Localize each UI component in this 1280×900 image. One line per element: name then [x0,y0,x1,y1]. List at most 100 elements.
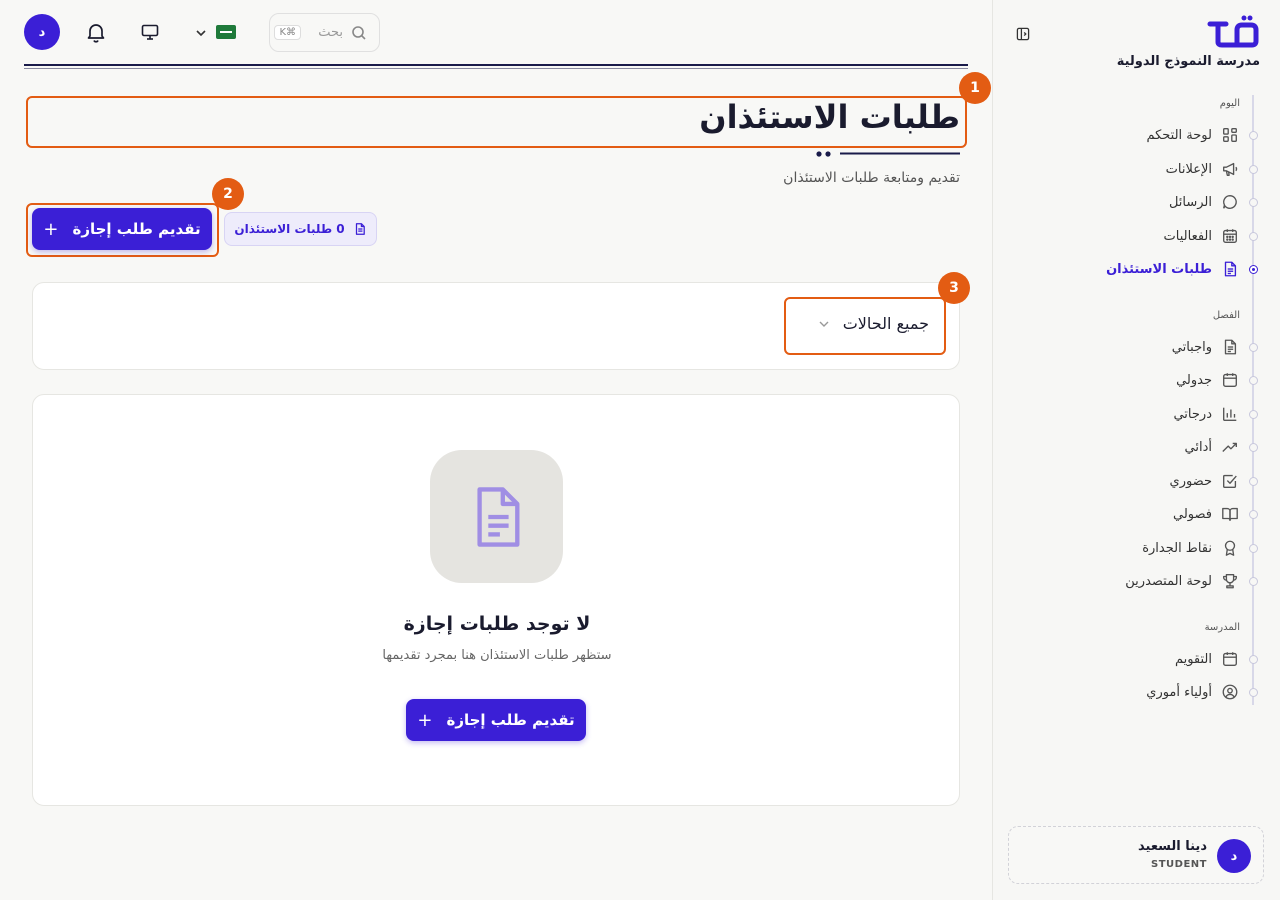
trending-up-icon [1220,437,1240,457]
document-icon [353,222,367,236]
sidebar-item-dashboard[interactable]: لوحة التحكم [1146,121,1240,149]
calendar-icon [1220,649,1240,669]
sidebar-item-guardians[interactable]: أولياء أموري [1146,678,1240,706]
school-logo-icon [1204,14,1260,50]
sidebar-item-label: الرسائل [1168,194,1212,210]
school-name: مدرسة النموذج الدولية [1116,54,1260,69]
document-icon [1220,337,1240,357]
language-selector[interactable] [194,20,244,44]
sidebar-item-attendance[interactable]: حضوري [1170,467,1240,495]
calendar-icon [1220,370,1240,390]
sidebar-item-performance[interactable]: أدائي [1185,433,1240,461]
profile-avatar[interactable]: د [24,14,60,50]
sidebar-item-announcements[interactable]: الإعلانات [1166,155,1240,183]
chevron-down-icon [194,25,208,39]
nav-dot [1249,688,1258,697]
submit-leave-request-button[interactable]: تقديم طلب إجازة + [32,208,212,250]
award-icon [1220,538,1240,558]
nav-dot-active [1249,265,1258,274]
highlight-box-filter [784,297,946,355]
dashboard-icon [1220,125,1240,145]
header-divider-thin [24,68,968,69]
requests-count-chip: 0 طلبات الاستئذان [224,212,377,246]
search-icon [351,25,367,41]
nav-dot [1249,443,1258,452]
section-label-today: اليوم [1219,98,1240,109]
nav-dot [1249,477,1258,486]
sidebar-item-label: التقويم [1174,651,1212,667]
check-square-icon [1220,471,1240,491]
plus-icon: + [417,709,433,731]
sidebar-item-grades[interactable]: درجاتي [1173,400,1240,428]
nav-rail [1252,95,1254,705]
sidebar-item-schedule[interactable]: جدولي [1176,366,1240,394]
empty-state-description: ستظهر طلبات الاستئذان هنا بمجرد تقديمها [382,648,612,663]
header-divider [24,64,968,66]
sidebar-item-events[interactable]: الفعاليات [1164,222,1240,250]
sidebar-item-label: الإعلانات [1165,161,1212,177]
user-circle-icon [1220,682,1240,702]
nav-dot [1249,655,1258,664]
sidebar-item-leaderboard[interactable]: لوحة المتصدرين [1125,567,1240,595]
avatar: د [1217,839,1251,873]
empty-button-label: تقديم طلب إجازة [446,711,575,729]
nav-dot [1249,165,1258,174]
annotation-badge-3: 3 [938,272,970,304]
user-name: دينا السعيد [1138,839,1207,854]
user-profile-card[interactable]: د دينا السعيد STUDENT [1008,826,1264,884]
sidebar-collapse-icon[interactable] [1011,26,1031,46]
nav-dot [1249,376,1258,385]
nav-dot [1249,544,1258,553]
sidebar-item-label: طلبات الاستئذان [1106,261,1212,277]
count-chip-label: 0 طلبات الاستئذان [234,222,345,236]
sidebar-item-label: أولياء أموري [1146,684,1212,700]
section-label-class: الفصل [1212,310,1240,321]
bell-icon[interactable] [84,20,108,44]
book-open-icon [1220,504,1240,524]
sidebar-item-label: واجباتي [1171,339,1212,355]
nav-dot [1249,131,1258,140]
monitor-icon[interactable] [140,22,160,42]
search-box[interactable]: K⌘ [269,13,380,52]
sidebar-item-merit-points[interactable]: نقاط الجدارة [1142,534,1240,562]
nav-dot [1249,577,1258,586]
nav-dot [1249,198,1258,207]
document-icon [476,486,519,547]
sidebar-item-label: حضوري [1169,473,1212,489]
saudi-flag-icon [216,25,236,39]
bar-chart-icon [1220,404,1240,424]
sidebar-item-classes[interactable]: فصولي [1173,500,1240,528]
sidebar-item-messages[interactable]: الرسائل [1169,188,1240,216]
nav-dot [1249,510,1258,519]
empty-state-illustration [430,450,563,583]
chat-icon [1220,192,1240,212]
trophy-icon [1220,571,1240,591]
sidebar-item-calendar[interactable]: التقويم [1175,645,1240,673]
annotation-badge-1: 1 [959,72,991,104]
nav-dot [1249,410,1258,419]
sidebar-item-label: درجاتي [1173,406,1212,422]
nav-dot [1249,232,1258,241]
calendar-grid-icon [1220,226,1240,246]
empty-submit-leave-request-button[interactable]: تقديم طلب إجازة + [406,699,586,741]
submit-button-label: تقديم طلب إجازة [72,220,201,238]
sidebar: مدرسة النموذج الدولية اليوم الفصل المدرس… [992,0,1280,900]
sidebar-item-leave-requests[interactable]: طلبات الاستئذان [1106,255,1240,283]
sidebar-item-label: الفعاليات [1163,228,1212,244]
empty-state-title: لا توجد طلبات إجازة [403,613,591,635]
section-label-school: المدرسة [1204,622,1240,633]
megaphone-icon [1220,159,1240,179]
sidebar-item-label: نقاط الجدارة [1142,540,1212,556]
sidebar-item-homework[interactable]: واجباتي [1172,333,1240,361]
sidebar-item-label: لوحة التحكم [1146,127,1212,143]
empty-state-card: لا توجد طلبات إجازة ستظهر طلبات الاستئذا… [32,394,960,806]
annotation-badge-2: 2 [212,178,244,210]
title-underline-decoration [840,152,960,155]
document-icon [1220,259,1240,279]
search-input[interactable] [309,25,343,40]
sidebar-item-label: فصولي [1173,506,1212,522]
page-subtitle: تقديم ومتابعة طلبات الاستئذان [783,170,960,186]
sidebar-item-label: لوحة المتصدرين [1125,573,1212,589]
title-dots-decoration [816,151,831,157]
user-role: STUDENT [1151,859,1207,870]
